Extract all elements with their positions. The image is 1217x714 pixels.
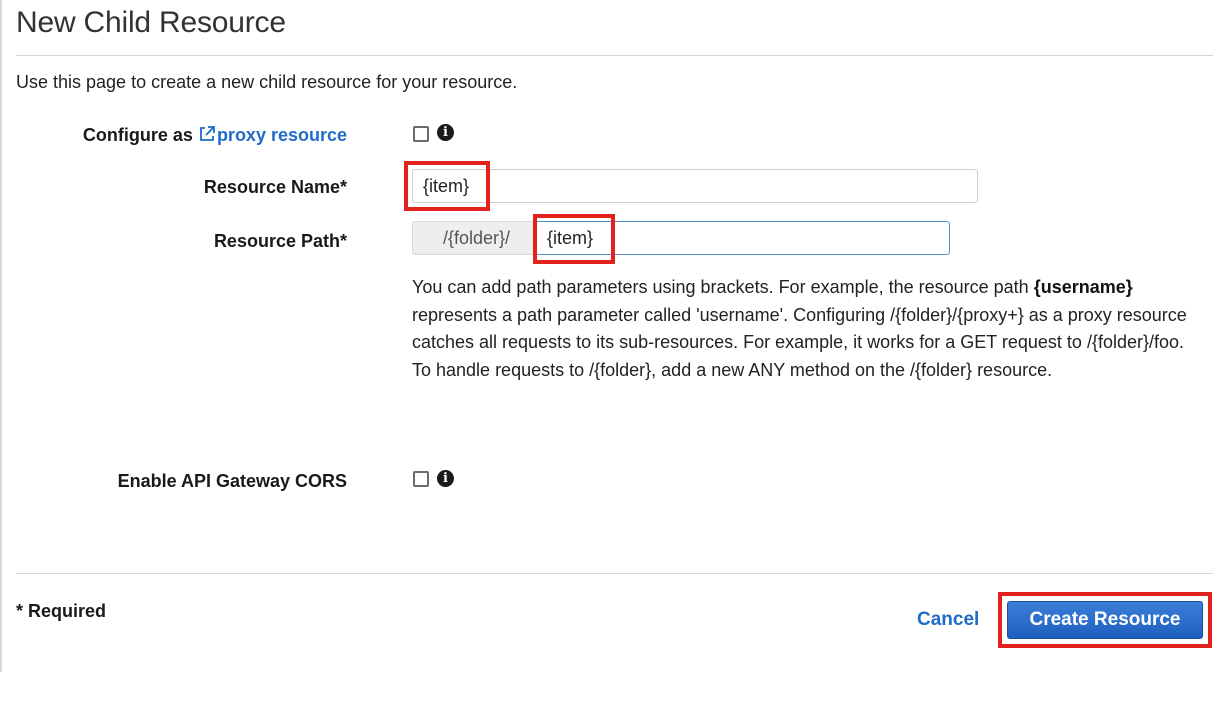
proxy-label-prefix: Configure as — [82, 125, 198, 145]
footer-divider — [16, 573, 1213, 574]
proxy-resource-label: Configure as proxy resource — [83, 125, 347, 146]
page-title: New Child Resource — [16, 6, 286, 39]
left-border — [0, 0, 2, 672]
info-icon[interactable]: i — [437, 470, 454, 487]
enable-cors-label: Enable API Gateway CORS — [117, 471, 347, 491]
title-divider — [16, 55, 1213, 56]
resource-name-input[interactable]: {item} — [412, 169, 978, 203]
resource-path-prefix: /{folder}/ — [412, 221, 536, 255]
proxy-resource-checkbox[interactable] — [413, 126, 429, 142]
create-resource-button[interactable]: Create Resource — [1007, 601, 1203, 639]
resource-path-label: Resource Path* — [213, 231, 347, 251]
new-child-resource-page: New Child Resource Use this page to crea… — [0, 0, 1217, 714]
resource-name-label: Resource Name* — [203, 177, 347, 197]
required-note: * Required — [16, 601, 107, 621]
proxy-resource-link-text[interactable]: proxy resource — [217, 125, 347, 145]
help-text-part2: represents a path parameter called 'user… — [412, 304, 1187, 380]
proxy-resource-link[interactable]: proxy resource — [198, 125, 347, 145]
cancel-button[interactable]: Cancel — [917, 609, 979, 631]
resource-path-help-text: You can add path parameters using bracke… — [412, 274, 1202, 384]
resource-path-input[interactable]: {item} — [536, 221, 950, 255]
help-text-part1: You can add path parameters using bracke… — [412, 277, 1034, 297]
external-link-icon — [200, 126, 215, 141]
page-intro: Use this page to create a new child reso… — [16, 72, 518, 92]
info-icon[interactable]: i — [437, 124, 454, 141]
enable-cors-checkbox[interactable] — [413, 471, 429, 487]
help-text-bold: {username} — [1033, 277, 1133, 297]
